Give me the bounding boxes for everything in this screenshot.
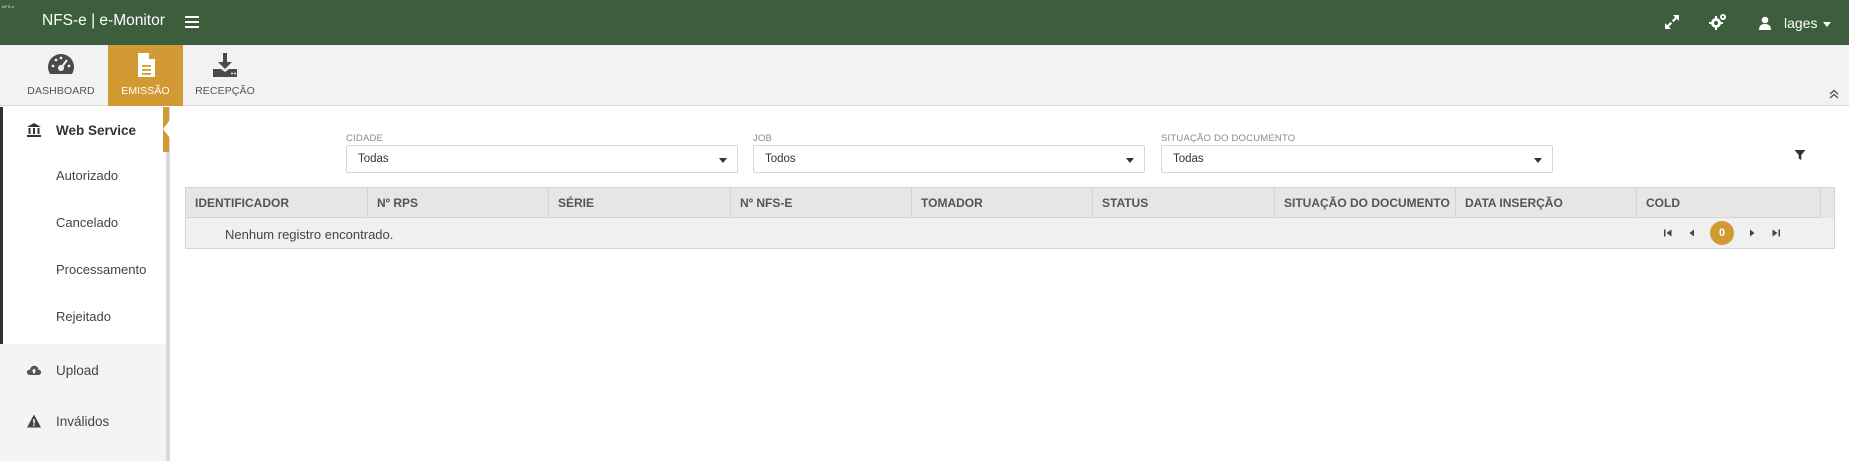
column-header-tomador[interactable]: TOMADOR xyxy=(912,188,1093,218)
sidebar-item-label: Inválidos xyxy=(56,413,110,429)
next-page-button[interactable] xyxy=(1743,224,1761,242)
user-name: lages xyxy=(1784,15,1818,31)
sidebar-item-label: Web Service xyxy=(56,122,137,138)
next-page-icon xyxy=(1750,229,1755,237)
last-page-icon xyxy=(1772,229,1780,237)
first-page-icon xyxy=(1664,229,1672,237)
sidebar-scrollbar[interactable] xyxy=(166,107,170,461)
current-page[interactable]: 0 xyxy=(1710,221,1734,245)
module-label: DASHBOARD xyxy=(27,85,95,97)
bank-icon xyxy=(27,123,41,137)
job-select[interactable]: Todos xyxy=(753,145,1145,173)
caret-down-icon xyxy=(1823,21,1832,27)
module-label: RECEPÇÃO xyxy=(195,85,255,97)
column-header-cold[interactable]: COLD xyxy=(1637,188,1820,218)
sidebar: Web Service Autorizado Cancelado Process… xyxy=(0,107,169,461)
prev-page-button[interactable] xyxy=(1683,224,1701,242)
column-header-rps[interactable]: Nº RPS xyxy=(368,188,549,218)
caret-down-icon xyxy=(1126,158,1134,163)
warning-icon xyxy=(27,414,41,428)
module-toolbar: DASHBOARD EMISSÃO RECEPÇÃO xyxy=(0,45,1849,106)
select-value: Todos xyxy=(765,153,796,165)
column-header-identificador[interactable]: IDENTIFICADOR xyxy=(186,188,368,218)
module-emissao[interactable]: EMISSÃO xyxy=(108,45,183,106)
sidebar-subitem-autorizado[interactable]: Autorizado xyxy=(56,168,118,183)
filter-label-cidade: CIDADE xyxy=(346,133,384,144)
sidebar-item-invalidos[interactable]: Inválidos xyxy=(0,412,166,430)
collapse-up-icon[interactable] xyxy=(1829,89,1839,99)
select-value: Todas xyxy=(358,153,389,165)
download-tray-icon xyxy=(213,53,237,77)
cloud-upload-icon xyxy=(26,365,42,375)
sidebar-subitem-cancelado[interactable]: Cancelado xyxy=(56,215,118,230)
select-value: Todas xyxy=(1173,153,1204,165)
sidebar-subitem-rejeitado[interactable]: Rejeitado xyxy=(56,309,111,324)
sidebar-subitem-processamento[interactable]: Processamento xyxy=(56,262,146,277)
user-icon xyxy=(1759,16,1771,30)
filter-label-job: JOB xyxy=(753,133,773,144)
caret-down-icon xyxy=(1534,158,1542,163)
documents-table: IDENTIFICADOR Nº RPS SÉRIE Nº NFS-E TOMA… xyxy=(185,187,1835,249)
logo: NFS-e xyxy=(2,4,15,9)
app-title[interactable]: NFS-e | e-Monitor xyxy=(42,12,165,30)
header-scroll-spacer xyxy=(1820,188,1834,218)
situacao-select[interactable]: Todas xyxy=(1161,145,1553,173)
prev-page-icon xyxy=(1689,229,1694,237)
fullscreen-icon[interactable] xyxy=(1662,12,1682,32)
module-recepcao[interactable]: RECEPÇÃO xyxy=(192,45,258,106)
web-service-group: Web Service Autorizado Cancelado Process… xyxy=(0,107,169,344)
caret-down-icon xyxy=(719,158,727,163)
sidebar-item-upload[interactable]: Upload xyxy=(0,361,166,379)
active-item-arrow xyxy=(163,120,170,138)
first-page-button[interactable] xyxy=(1659,224,1677,242)
table-header: IDENTIFICADOR Nº RPS SÉRIE Nº NFS-E TOMA… xyxy=(186,188,1820,218)
filter-label-situacao: SITUAÇÃO DO DOCUMENTO xyxy=(1161,133,1296,144)
sidebar-item-label: Upload xyxy=(56,362,99,378)
user-menu[interactable]: lages xyxy=(1758,14,1832,32)
module-dashboard[interactable]: DASHBOARD xyxy=(23,45,99,106)
top-navbar: NFS-e NFS-e | e-Monitor lages xyxy=(0,0,1849,45)
filter-icon[interactable] xyxy=(1794,149,1806,161)
menu-icon[interactable] xyxy=(185,16,199,28)
dashboard-gauge-icon xyxy=(48,54,74,74)
settings-cogs-icon[interactable] xyxy=(1708,12,1728,32)
sidebar-item-web-service[interactable]: Web Service xyxy=(0,121,166,139)
empty-message: Nenhum registro encontrado. xyxy=(225,227,394,242)
column-header-data-insercao[interactable]: DATA INSERÇÃO xyxy=(1456,188,1637,218)
column-header-nfse[interactable]: Nº NFS-E xyxy=(731,188,912,218)
column-header-status[interactable]: STATUS xyxy=(1093,188,1275,218)
cidade-select[interactable]: Todas xyxy=(346,145,738,173)
last-page-button[interactable] xyxy=(1767,224,1785,242)
module-label: EMISSÃO xyxy=(121,85,170,97)
paginator: 0 xyxy=(1656,221,1788,245)
document-icon xyxy=(137,53,155,77)
column-header-serie[interactable]: SÉRIE xyxy=(549,188,731,218)
column-header-situacao[interactable]: SITUAÇÃO DO DOCUMENTO xyxy=(1275,188,1456,218)
